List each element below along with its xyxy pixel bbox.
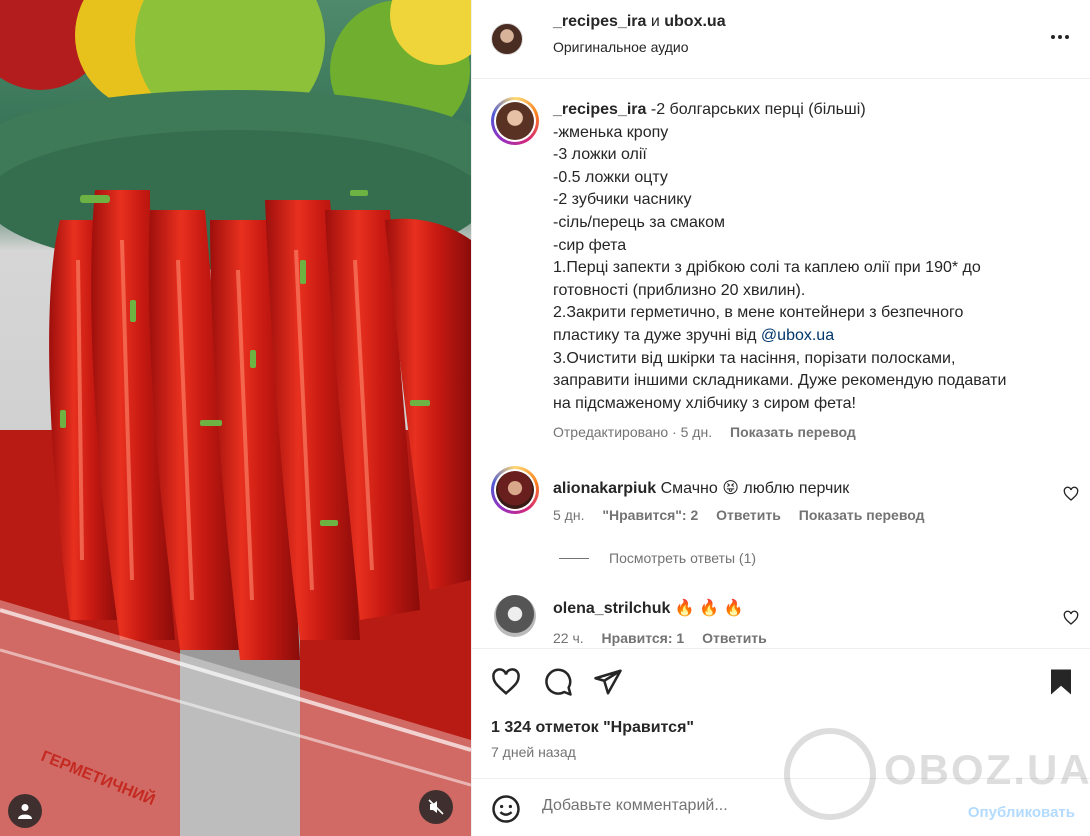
view-replies-label: Посмотреть ответы (1) [609, 550, 757, 566]
caption-text: _recipes_ira -2 болгарських перці (більш… [553, 99, 1073, 415]
add-comment-bar: Опубликовать [472, 778, 1090, 836]
caption-line: -3 ложки олії [553, 146, 647, 164]
view-replies-button[interactable]: Посмотреть ответы (1) [559, 550, 756, 566]
post-dialog: ГЕРМЕТИЧНИЙ _recipes_ira и ubox.ua Ориги… [0, 0, 1090, 836]
more-dot-icon [1051, 35, 1055, 39]
comment-username[interactable]: olena_strilchuk [553, 600, 670, 617]
comment-meta: 5 дн. "Нравится": 2 Ответить Показать пе… [553, 507, 939, 523]
comment-text: alionakarpiuk Смачно 😝 люблю перчик [553, 478, 849, 498]
comment-reply-button[interactable]: Ответить [716, 507, 781, 523]
comment-input[interactable] [542, 797, 942, 815]
collab-username[interactable]: ubox.ua [664, 13, 725, 30]
tagged-users-button[interactable] [8, 794, 42, 828]
caption-line: -сир фета [553, 236, 627, 254]
post-header: _recipes_ira и ubox.ua Оригинальное ауди… [472, 0, 1090, 79]
like-heart-icon[interactable] [491, 667, 521, 697]
caption-line: заправити іншими складниками. Дуже реком… [553, 372, 1007, 390]
more-options-button[interactable] [1048, 25, 1072, 49]
audio-link[interactable]: Оригинальное аудио [553, 39, 689, 55]
author-username[interactable]: _recipes_ira [553, 13, 646, 30]
comment-like-heart-icon[interactable] [1063, 486, 1079, 502]
caption-line: на підсмаженому хлібчику з сиром фета! [553, 394, 856, 412]
commenter-avatar[interactable] [491, 466, 539, 514]
translate-link[interactable]: Показать перевод [730, 424, 856, 440]
author-avatar[interactable] [491, 23, 523, 55]
comment-body: 🔥 🔥 🔥 [674, 600, 744, 617]
comment-like-heart-icon[interactable] [1063, 610, 1079, 626]
mention-link[interactable]: @ubox.ua [761, 327, 834, 344]
comment-likes[interactable]: Нравится: 1 [602, 630, 685, 646]
caption-avatar[interactable] [491, 97, 539, 145]
comment-age: 5 дн. [553, 507, 585, 523]
post-date: 7 дней назад [491, 744, 576, 760]
caption-line: 1.Перці запекти з дрібкою солі та каплею… [553, 259, 981, 277]
comment-text: olena_strilchuk 🔥 🔥 🔥 [553, 598, 743, 618]
commenter-avatar[interactable] [491, 592, 539, 640]
comment-reply-button[interactable]: Ответить [702, 630, 767, 646]
caption-username[interactable]: _recipes_ira [553, 101, 646, 118]
caption-line: готовності (приблизно 20 хвилин). [553, 281, 806, 299]
caption-line: пластику та дуже зручні від [553, 326, 757, 344]
caption-line: 3.Очистити від шкірки та насіння, поріза… [553, 349, 956, 367]
comment-username[interactable]: alionakarpiuk [553, 480, 656, 497]
caption-line: -сіль/перець за смаком [553, 213, 725, 231]
post-side-panel: _recipes_ira и ubox.ua Оригинальное ауди… [471, 0, 1090, 836]
edited-timestamp: Отредактировано · 5 дн. [553, 424, 713, 440]
replies-divider [559, 557, 589, 559]
user-icon [18, 804, 32, 819]
caption-line: 2.Закрити герметично, в мене контейнери … [553, 304, 964, 322]
share-plane-icon[interactable] [593, 667, 623, 697]
author-names: _recipes_ira и ubox.ua [553, 13, 726, 31]
post-media[interactable]: ГЕРМЕТИЧНИЙ [0, 0, 471, 836]
caption-line: -жменька кропу [553, 123, 669, 141]
comment-translate-link[interactable]: Показать перевод [799, 507, 925, 523]
collab-connector: и [650, 13, 660, 30]
likes-count[interactable]: 1 324 отметок "Нравится" [491, 719, 694, 737]
comment-body: Смачно 😝 люблю перчик [660, 480, 850, 497]
publish-button[interactable]: Опубликовать [968, 804, 1075, 821]
comment-likes[interactable]: "Нравится": 2 [602, 507, 698, 523]
actions-bar: 1 324 отметок "Нравится" 7 дней назад [472, 648, 1090, 778]
caption-line: -2 зубчики часнику [553, 191, 692, 209]
mute-button[interactable] [419, 790, 453, 824]
food-photo: ГЕРМЕТИЧНИЙ [0, 0, 471, 836]
caption-line: -2 болгарських перці (більші) [650, 101, 866, 118]
more-dot-icon [1065, 35, 1069, 39]
muted-speaker-icon [428, 799, 444, 815]
emoji-icon[interactable] [491, 794, 521, 824]
caption-meta: Отредактировано · 5 дн. Показать перевод [553, 424, 856, 440]
comment-meta: 22 ч. Нравится: 1 Ответить [553, 630, 781, 646]
comment-bubble-icon[interactable] [543, 667, 573, 697]
comment-age: 22 ч. [553, 630, 584, 646]
caption-line: -0.5 ложки оцту [553, 168, 668, 186]
more-dot-icon [1058, 35, 1062, 39]
save-bookmark-icon[interactable] [1046, 667, 1076, 697]
